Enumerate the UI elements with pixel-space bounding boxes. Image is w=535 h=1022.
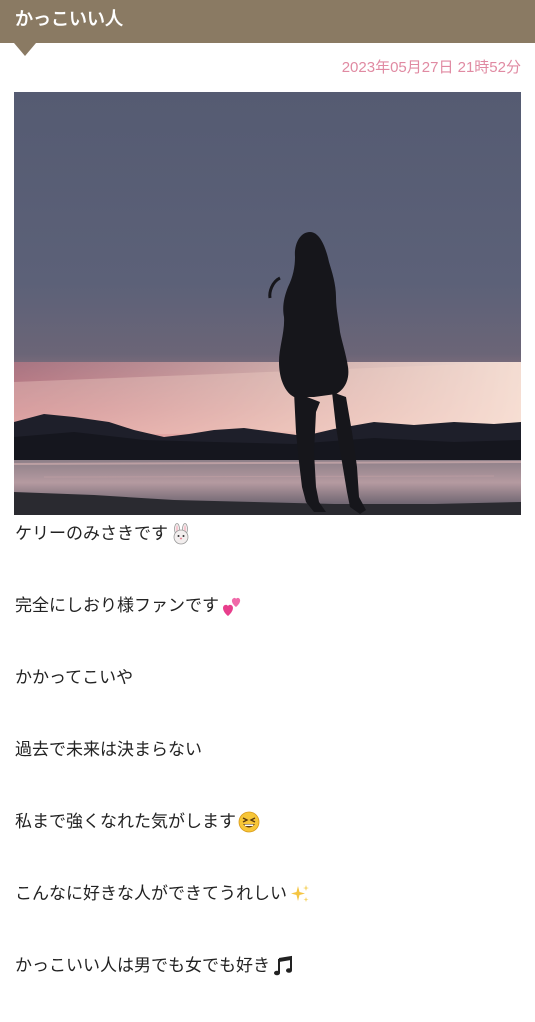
blog-header: かっこいい人: [0, 0, 535, 43]
post-body: ケリーのみさきです 完全にしおり様ファンです かかってこいや 過去で未来は決まら…: [15, 518, 525, 1022]
header-pointer: [14, 43, 36, 56]
sparkles-icon: [289, 883, 311, 905]
post-line-6: こんなに好きな人ができてうれしい: [15, 878, 525, 950]
post-line-2: 完全にしおり様ファンです: [15, 590, 525, 662]
two-hearts-icon: [221, 595, 243, 617]
post-line-text: こんなに好きな人ができてうれしい: [15, 884, 287, 904]
post-line-text: かっこいい人は男でも女でも好き: [15, 956, 270, 976]
post-line-text: 私まで強くなれた気がします: [15, 812, 236, 832]
post-line-7: かっこいい人は男でも女でも好き: [15, 950, 525, 1022]
rabbit-face-icon: [170, 523, 192, 545]
post-line-text: かかってこいや: [15, 668, 134, 688]
post-date: 2023年05月27日 21時52分: [341, 59, 521, 76]
post-line-4: 過去で未来は決まらない: [15, 734, 525, 806]
grinning-squinting-face-icon: [238, 811, 260, 833]
post-line-text: 完全にしおり様ファンです: [15, 596, 219, 616]
post-line-1: ケリーのみさきです: [15, 518, 525, 590]
sunset-silhouette-image: [14, 92, 521, 515]
post-line-text: 過去で未来は決まらない: [15, 740, 202, 760]
post-line-3: かかってこいや: [15, 662, 525, 734]
post-line-text: ケリーのみさきです: [15, 524, 168, 544]
blog-title: かっこいい人: [15, 9, 123, 30]
musical-note-icon: [272, 955, 294, 977]
post-photo[interactable]: [14, 92, 521, 515]
post-line-5: 私まで強くなれた気がします: [15, 806, 525, 878]
